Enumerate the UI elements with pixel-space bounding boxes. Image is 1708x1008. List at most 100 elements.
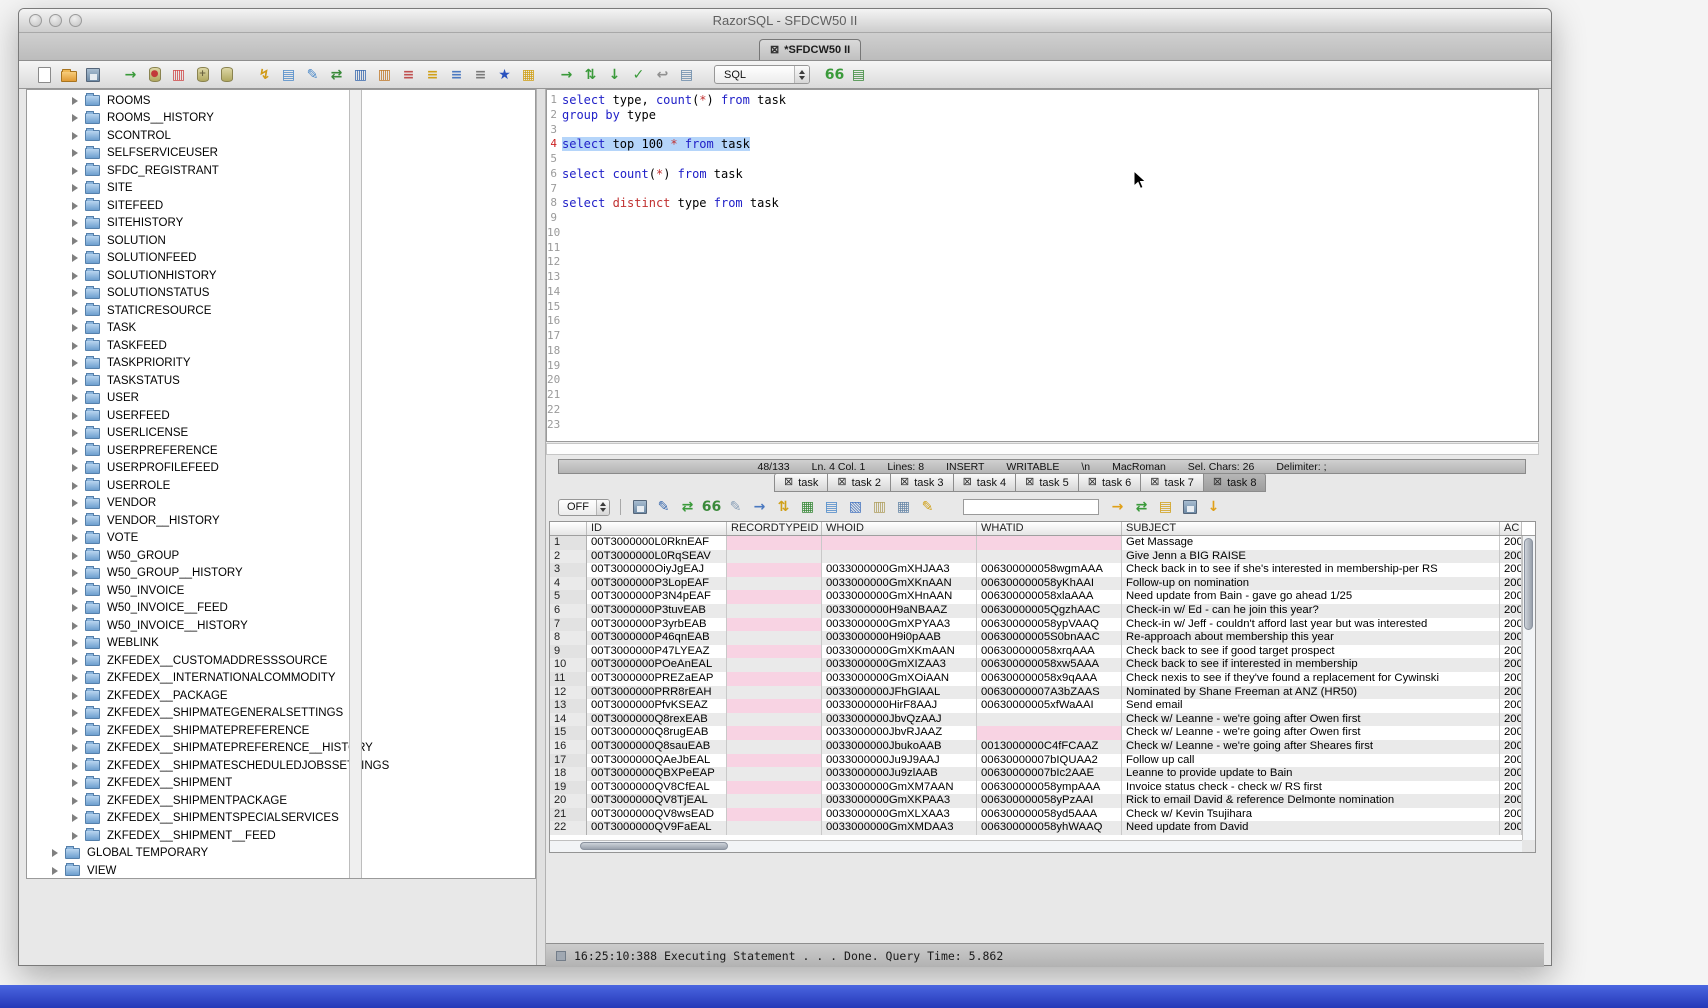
editor-line[interactable]: 18 bbox=[547, 344, 1538, 359]
editor-line[interactable]: 22 bbox=[547, 403, 1538, 418]
table-cell[interactable]: 200 bbox=[1500, 563, 1522, 577]
disclosure-triangle-icon[interactable] bbox=[52, 867, 58, 875]
disclosure-triangle-icon[interactable] bbox=[72, 97, 78, 105]
sidebar-item-rooms[interactable]: ROOMS bbox=[27, 92, 349, 110]
disclosure-triangle-icon[interactable] bbox=[72, 167, 78, 175]
sidebar-item-taskstatus[interactable]: TASKSTATUS bbox=[27, 372, 349, 390]
table-cell[interactable]: 200 bbox=[1500, 686, 1522, 700]
table-cell[interactable]: Invoice status check - check w/ RS first bbox=[1122, 781, 1500, 795]
table-cell[interactable]: 0033000000H9i0pAAB bbox=[822, 631, 977, 645]
table-cell[interactable]: 0033000000GmXMDAA3 bbox=[822, 821, 977, 835]
table-row[interactable]: 300T3000000OiyJgEAJ0033000000GmXHJAA3006… bbox=[550, 563, 1535, 577]
table-cell[interactable]: 0033000000GmXIZAA3 bbox=[822, 658, 977, 672]
table-cell[interactable]: 0033000000Ju9zlAAB bbox=[822, 767, 977, 781]
table-cell[interactable] bbox=[977, 550, 1122, 564]
highlight-pen-icon[interactable]: ✎ bbox=[917, 497, 938, 518]
sidebar-item-sfdc-registrant[interactable]: SFDC_REGISTRANT bbox=[27, 162, 349, 180]
table-cell[interactable] bbox=[727, 604, 822, 618]
edit-list-icon[interactable]: ≡ bbox=[470, 64, 491, 85]
sidebar-item-weblink[interactable]: WEBLINK bbox=[27, 635, 349, 653]
table-cell[interactable]: 200 bbox=[1500, 754, 1522, 768]
form-view-icon[interactable]: ▧ bbox=[845, 497, 866, 518]
editor-line[interactable]: 9 bbox=[547, 211, 1538, 226]
sidebar-item-sitehistory[interactable]: SITEHISTORY bbox=[27, 215, 349, 233]
results-search-input[interactable] bbox=[963, 499, 1099, 515]
results-tab-task[interactable]: ⊠task bbox=[774, 473, 828, 492]
table-cell[interactable]: 00630000005QgzhAAC bbox=[977, 604, 1122, 618]
table-cell[interactable]: 0033000000JbvQzAAJ bbox=[822, 713, 977, 727]
table-cell[interactable]: 200 bbox=[1500, 604, 1522, 618]
table-cell[interactable]: 0033000000GmXKmAAN bbox=[822, 645, 977, 659]
delete-connection-icon[interactable]: ▥ bbox=[168, 64, 189, 85]
table-cell[interactable] bbox=[822, 550, 977, 564]
tab-close-icon[interactable]: ⊠ bbox=[900, 477, 909, 488]
editor-line[interactable]: 10 bbox=[547, 226, 1538, 241]
editor-line[interactable]: 17 bbox=[547, 329, 1538, 344]
table-cell[interactable]: 00T3000000POeAnEAL bbox=[587, 658, 727, 672]
table-cell[interactable] bbox=[727, 821, 822, 835]
refresh-results-icon[interactable]: ⇄ bbox=[677, 497, 698, 518]
table-cell[interactable]: Check-in w/ Ed - can he join this year? bbox=[1122, 604, 1500, 618]
table-cell[interactable]: 006300000058x9qAAA bbox=[977, 672, 1122, 686]
table-cell[interactable] bbox=[727, 713, 822, 727]
table-row[interactable]: 1000T3000000POeAnEAL0033000000GmXIZAA300… bbox=[550, 658, 1535, 672]
editor-line[interactable]: 20 bbox=[547, 373, 1538, 388]
copy-with-headers-icon[interactable]: ▦ bbox=[893, 497, 914, 518]
table-cell[interactable]: 0033000000Ju9J9AAJ bbox=[822, 754, 977, 768]
fetch-more-icon[interactable]: ↓ bbox=[1203, 497, 1224, 518]
table-cell[interactable]: 200 bbox=[1500, 821, 1522, 835]
table-cell[interactable] bbox=[727, 590, 822, 604]
table-row[interactable]: 2200T3000000QV9FaEAL0033000000GmXMDAA300… bbox=[550, 821, 1535, 835]
table-cell[interactable]: 200 bbox=[1500, 618, 1522, 632]
table-row[interactable]: 600T3000000P3tuvEAB0033000000H9aNBAAZ006… bbox=[550, 604, 1535, 618]
table-cell[interactable]: 200 bbox=[1500, 550, 1522, 564]
table-cell[interactable] bbox=[727, 658, 822, 672]
table-cell[interactable]: 006300000058xw5AAA bbox=[977, 658, 1122, 672]
row-limit-select[interactable]: OFF bbox=[558, 499, 610, 516]
edit-table-data-icon[interactable]: ✎ bbox=[302, 64, 323, 85]
table-cell[interactable]: Leanne to provide update to Bain bbox=[1122, 767, 1500, 781]
sidebar-item-userrole[interactable]: USERROLE bbox=[27, 477, 349, 495]
table-cell[interactable]: 00T3000000Q8rugEAB bbox=[587, 726, 727, 740]
disclosure-triangle-icon[interactable] bbox=[72, 709, 78, 717]
table-cell[interactable]: Send email bbox=[1122, 699, 1500, 713]
disclosure-triangle-icon[interactable] bbox=[72, 429, 78, 437]
table-cell[interactable] bbox=[727, 754, 822, 768]
results-table-header[interactable]: IDRECORDTYPEIDWHOIDWHATIDSUBJECTAC bbox=[550, 522, 1535, 536]
table-cell[interactable]: 0033000000JbvRJAAZ bbox=[822, 726, 977, 740]
disclosure-triangle-icon[interactable] bbox=[72, 412, 78, 420]
table-cell[interactable]: 006300000058xlaAAA bbox=[977, 590, 1122, 604]
check-syntax-icon[interactable]: ✓ bbox=[628, 64, 649, 85]
save-grid-icon[interactable] bbox=[1179, 497, 1200, 518]
describe-results-icon[interactable]: ▤ bbox=[821, 497, 842, 518]
sidebar-item-sitefeed[interactable]: SITEFEED bbox=[27, 197, 349, 215]
table-cell[interactable]: Check back to see if good target prospec… bbox=[1122, 645, 1500, 659]
table-cell[interactable]: 006300000058wgmAAA bbox=[977, 563, 1122, 577]
table-cell[interactable] bbox=[727, 699, 822, 713]
table-row[interactable]: 1700T3000000QAeJbEAL0033000000Ju9J9AAJ00… bbox=[550, 754, 1535, 768]
table-cell[interactable]: 200 bbox=[1500, 631, 1522, 645]
table-row[interactable]: 1400T3000000Q8rexEAB0033000000JbvQzAAJCh… bbox=[550, 713, 1535, 727]
table-cell[interactable]: 00T3000000P3N4pEAF bbox=[587, 590, 727, 604]
editor-line[interactable]: 14 bbox=[547, 285, 1538, 300]
results-tab-task-3[interactable]: ⊠task 3 bbox=[891, 473, 954, 492]
table-cell[interactable]: 0033000000GmXPYAA3 bbox=[822, 618, 977, 632]
horizontal-scroll-thumb[interactable] bbox=[580, 842, 728, 850]
table-cell[interactable]: 200 bbox=[1500, 781, 1522, 795]
table-cell[interactable]: 0033000000GmXKPAA3 bbox=[822, 794, 977, 808]
table-cell[interactable] bbox=[977, 713, 1122, 727]
new-database-icon[interactable]: + bbox=[192, 64, 213, 85]
sidebar-item-zkfedex-internationalcommodity[interactable]: ZKFEDEX__INTERNATIONALCOMMODITY bbox=[27, 670, 349, 688]
insert-row-icon[interactable]: → bbox=[749, 497, 770, 518]
table-cell[interactable]: Need update from Bain - gave go ahead 1/… bbox=[1122, 590, 1500, 604]
tab-close-icon[interactable]: ⊠ bbox=[837, 477, 846, 488]
table-cell[interactable]: 0033000000GmXLXAA3 bbox=[822, 808, 977, 822]
table-cell[interactable] bbox=[727, 550, 822, 564]
execute-statement-icon[interactable]: → bbox=[556, 64, 577, 85]
table-cell[interactable]: 200 bbox=[1500, 645, 1522, 659]
sidebar-item-taskpriority[interactable]: TASKPRIORITY bbox=[27, 355, 349, 373]
table-cell[interactable] bbox=[727, 618, 822, 632]
table-cell[interactable]: Give Jenn a BIG RAISE bbox=[1122, 550, 1500, 564]
sql-editor[interactable]: 1select type, count(*) from task2group b… bbox=[546, 89, 1539, 442]
disclosure-triangle-icon[interactable] bbox=[72, 272, 78, 280]
